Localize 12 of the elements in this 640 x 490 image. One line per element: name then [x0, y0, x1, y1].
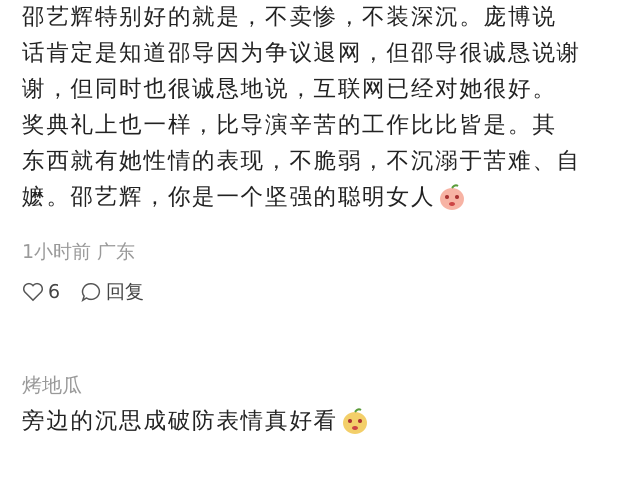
- comment-text: 东西就有她性情的表现，不脆弱，不沉溺于苦难、自: [22, 147, 581, 176]
- comment-text: 奖典礼上也一样，比导演辛苦的工作比比皆是。其: [22, 111, 557, 140]
- like-button[interactable]: 6: [22, 281, 60, 303]
- reply-button[interactable]: 回复: [80, 279, 144, 305]
- comment-icon: [80, 281, 102, 303]
- comment-text: 邵艺辉特别好的就是，不卖惨，不装深沉。庞博说: [22, 3, 557, 32]
- comment-meta: 1小时前 广东: [22, 240, 136, 265]
- comment-text: 嬷。邵艺辉，你是一个坚强的聪明女人: [22, 183, 436, 212]
- heart-icon: [22, 282, 44, 302]
- comment-text: 旁边的沉思成破防表情真好看: [22, 407, 338, 436]
- comment-text: 谢，但同时也很诚恳地说，互联网已经对她很好。: [22, 75, 557, 104]
- comment-text: 话肯定是知道邵导因为争议退网，但邵导很诚恳说谢: [22, 39, 581, 68]
